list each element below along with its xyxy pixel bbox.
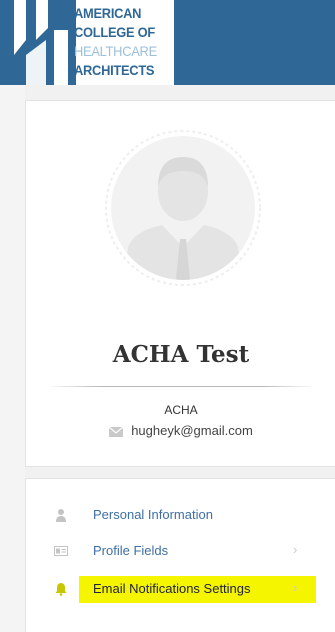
profile-divider	[46, 386, 316, 387]
person-icon	[56, 509, 66, 522]
menu-item-profile-fields[interactable]: Profile Fields ›	[26, 536, 335, 566]
bell-icon	[55, 583, 67, 596]
site-header: AMERICAN COLLEGE OF HEALTHCARE ARCHITECT…	[0, 0, 335, 85]
chevron-right-icon: ›	[293, 542, 298, 557]
logo-text: AMERICAN COLLEGE OF HEALTHCARE ARCHITECT…	[74, 4, 166, 80]
menu-item-label: Profile Fields	[93, 543, 169, 558]
profile-email-row: hugheyk@gmail.com	[26, 423, 335, 438]
menu-item-email-notifications-settings[interactable]: Email Notifications Settings ›	[26, 574, 335, 604]
acha-logo-mark-icon	[6, 0, 76, 85]
profile-name: ACHA Test	[112, 341, 250, 368]
envelope-icon	[109, 426, 124, 437]
user-avatar-icon	[105, 130, 261, 286]
logo-line-2: COLLEGE OF	[74, 24, 155, 40]
logo-line-4: ARCHITECTS	[74, 62, 155, 78]
acha-logo[interactable]: AMERICAN COLLEGE OF HEALTHCARE ARCHITECT…	[6, 0, 174, 85]
menu-item-personal-information[interactable]: Personal Information	[26, 500, 335, 530]
profile-card: ACHA Test ACHA hugheyk@gmail.com	[25, 100, 335, 467]
id-card-icon	[54, 546, 68, 556]
profile-organization: ACHA	[164, 403, 198, 417]
logo-line-3: HEALTHCARE	[74, 43, 157, 59]
profile-email: hugheyk@gmail.com	[131, 423, 253, 438]
logo-line-1: AMERICAN	[74, 5, 142, 21]
menu-item-label: Email Notifications Settings	[93, 581, 251, 596]
profile-menu: Personal Information Profile Fields › Em…	[25, 478, 335, 632]
menu-item-label: Personal Information	[93, 507, 213, 522]
left-gutter	[0, 85, 25, 632]
chevron-right-icon: ›	[293, 580, 298, 595]
